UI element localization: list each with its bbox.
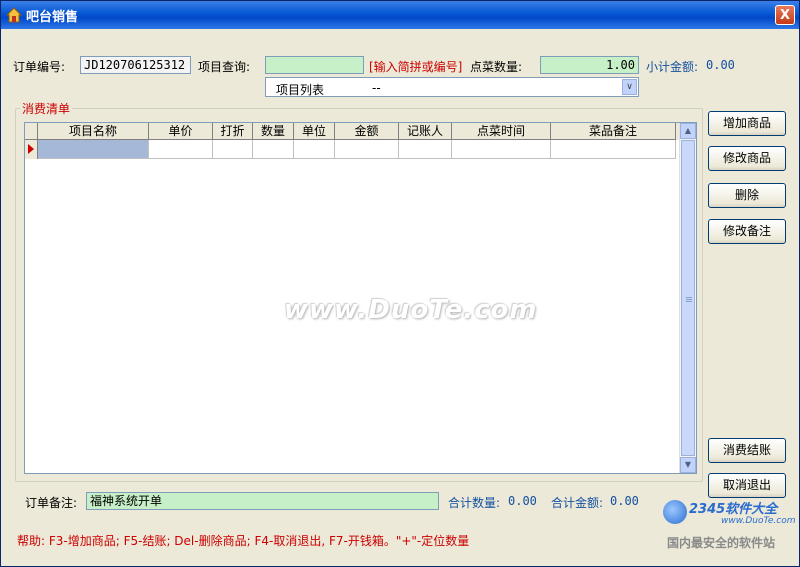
table-cell[interactable] xyxy=(149,140,213,159)
cancel-button[interactable]: 取消退出 xyxy=(708,473,786,498)
help-text: 帮助: F3-增加商品; F5-结账; Del-删除商品; F4-取消退出, F… xyxy=(17,534,470,548)
table-cell[interactable] xyxy=(399,140,452,159)
grip-icon xyxy=(686,297,692,298)
scroll-down-icon[interactable]: ▼ xyxy=(680,457,696,473)
qty-label: 点菜数量: xyxy=(470,60,523,74)
total-qty-value: 0.00 xyxy=(508,494,537,508)
table-cell[interactable] xyxy=(335,140,399,159)
table-cell[interactable] xyxy=(213,140,253,159)
table-cell-selected[interactable] xyxy=(38,140,149,159)
edit-note-button[interactable]: 修改备注 xyxy=(708,219,786,244)
scroll-up-icon[interactable]: ▲ xyxy=(680,123,696,139)
logo-globe-icon xyxy=(663,500,687,524)
order-note-label: 订单备注: xyxy=(25,496,78,510)
order-no-field: JD120706125312 xyxy=(80,56,191,74)
house-icon xyxy=(6,7,22,23)
edit-item-button[interactable]: 修改商品 xyxy=(708,146,786,171)
column-header[interactable]: 数量 xyxy=(253,123,294,140)
delete-button[interactable]: 删除 xyxy=(708,183,786,208)
grid-header: 项目名称 单价 打折 数量 单位 金额 记账人 点菜时间 菜品备注 xyxy=(25,123,681,140)
add-item-button[interactable]: 增加商品 xyxy=(708,111,786,136)
logo-site: www.DuoTe.com xyxy=(721,516,796,526)
current-row-arrow-icon xyxy=(28,144,34,154)
site-logo: 2345软件大全 www.DuoTe.com 国内最安全的软件站 xyxy=(661,496,799,566)
subtotal-value: 0.00 xyxy=(706,58,735,72)
close-icon: X xyxy=(779,8,791,23)
item-list-value: -- xyxy=(372,81,381,95)
item-list-caption: 项目列表 xyxy=(276,83,325,97)
column-header[interactable]: 打折 xyxy=(213,123,253,140)
title-bar[interactable]: 吧台销售 X xyxy=(1,1,799,29)
chevron-down-icon[interactable]: ∨ xyxy=(622,79,637,95)
column-header[interactable]: 点菜时间 xyxy=(452,123,551,140)
column-header[interactable]: 单位 xyxy=(294,123,335,140)
query-input[interactable] xyxy=(265,56,364,74)
checkout-button[interactable]: 消费结账 xyxy=(708,438,786,463)
subtotal-label: 小计金额: xyxy=(646,60,699,74)
query-hint: [输入简拼或编号] xyxy=(369,60,463,74)
column-header[interactable]: 金额 xyxy=(335,123,399,140)
column-header[interactable]: 项目名称 xyxy=(38,123,149,140)
order-no-label: 订单编号: xyxy=(13,60,66,74)
column-header[interactable]: 单价 xyxy=(149,123,213,140)
total-qty-label: 合计数量: xyxy=(448,496,501,510)
row-indicator xyxy=(25,140,38,159)
close-button[interactable]: X xyxy=(775,5,795,25)
consumption-list-title: 消费清单 xyxy=(20,100,73,117)
watermark: www.DuoTe.com xyxy=(284,295,538,325)
column-header[interactable]: 记账人 xyxy=(399,123,452,140)
scroll-thumb[interactable] xyxy=(681,140,695,456)
table-cell[interactable] xyxy=(551,140,676,159)
header-indicator xyxy=(25,123,38,140)
order-note-input[interactable]: 福神系统开单 xyxy=(86,492,439,510)
sales-window: 吧台销售 X 订单编号: JD120706125312 项目查询: [输入简拼或… xyxy=(0,0,800,567)
query-label: 项目查询: xyxy=(198,60,251,74)
table-cell[interactable] xyxy=(294,140,335,159)
item-list-dropdown[interactable]: 项目列表 -- ∨ xyxy=(265,77,639,97)
grid-vertical-scrollbar[interactable]: ▲ ▼ xyxy=(679,123,696,473)
column-header[interactable]: 菜品备注 xyxy=(551,123,676,140)
table-cell[interactable] xyxy=(253,140,294,159)
window-title: 吧台销售 xyxy=(26,10,79,25)
logo-title: 2345软件大全 xyxy=(689,502,778,517)
qty-input[interactable]: 1.00 xyxy=(540,56,639,74)
client-area: 订单编号: JD120706125312 项目查询: [输入简拼或编号] 点菜数… xyxy=(4,29,796,563)
table-cell[interactable] xyxy=(452,140,551,159)
total-amount-label: 合计金额: xyxy=(551,496,604,510)
logo-caption: 国内最安全的软件站 xyxy=(667,536,776,550)
total-amount-value: 0.00 xyxy=(610,494,639,508)
